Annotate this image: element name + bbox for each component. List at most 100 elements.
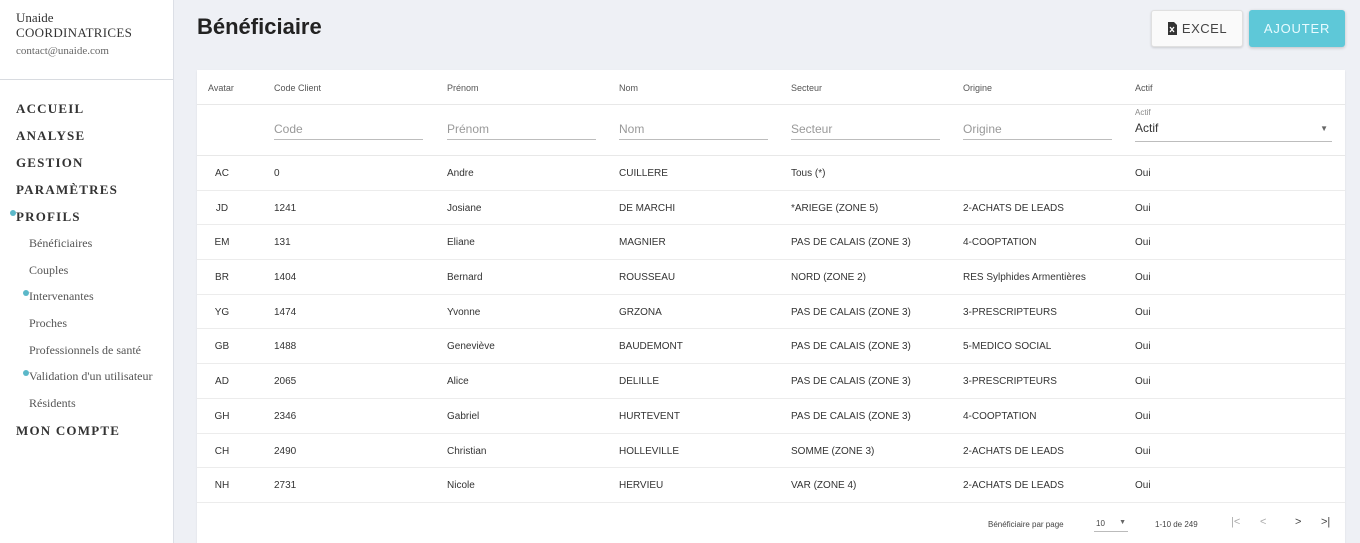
cell-secteur: PAS DE CALAIS (ZONE 3)	[791, 410, 911, 422]
chevron-down-icon: ▼	[1320, 124, 1328, 133]
filter-actif-value: Actif	[1135, 121, 1159, 135]
filter-nom-input[interactable]	[619, 118, 768, 140]
avatar-initials: YG	[214, 306, 230, 318]
table-row[interactable]: NH 2731 Nicole HERVIEU VAR (ZONE 4) 2-ACHATS …	[197, 468, 1345, 503]
sidebar-item-label: Professionnels de santé	[29, 342, 141, 357]
sidebar-item-label: Couples	[29, 262, 69, 277]
cell-nom: BAUDEMONT	[619, 341, 683, 353]
add-beneficiary-button[interactable]: AJOUTER	[1249, 10, 1345, 47]
filter-actif-label: Actif	[1135, 108, 1151, 117]
cell-actif: Oui	[1135, 237, 1151, 249]
page-title: Bénéficiaire	[197, 14, 322, 39]
avatar-initials: AC	[215, 168, 229, 179]
sidebar-item-analyse[interactable]: ANALYSE	[0, 122, 173, 149]
cell-actif: Oui	[1135, 341, 1151, 353]
table-row[interactable]: AC 0 Andre CUILLERE Tous (*) Oui	[197, 156, 1345, 191]
prev-page-icon[interactable]: <	[1260, 516, 1266, 528]
cell-nom: DE MARCHI	[619, 202, 676, 214]
sidebar-item-gestion[interactable]: GESTION	[0, 149, 173, 176]
cell-prenom: Geneviève	[447, 341, 495, 353]
cell-actif: Oui	[1135, 306, 1151, 318]
cell-actif: Oui	[1135, 445, 1151, 457]
sidebar-item-accueil[interactable]: ACCUEIL	[0, 95, 173, 122]
beneficiary-table: Avatar Code Client Prénom Nom Secteur Or…	[197, 70, 1345, 543]
avatar-initials: BR	[215, 272, 229, 284]
column-header-code[interactable]: Code Client	[274, 83, 321, 93]
cell-prenom: Gabriel	[447, 410, 480, 422]
table-row[interactable]: CH 2490 Christian HOLLEVILLE SOMME (ZONE 3) 2…	[197, 434, 1345, 469]
user-role: COORDINATRICES	[16, 25, 133, 40]
org-name: Unaide	[16, 10, 54, 25]
sidebar-item-label: PROFILS	[16, 209, 81, 224]
cell-secteur: PAS DE CALAIS (ZONE 3)	[791, 237, 911, 249]
table-header: Avatar Code Client Prénom Nom Secteur Or…	[197, 70, 1345, 105]
filter-actif-select[interactable]: Actif Actif ▼	[1135, 108, 1332, 142]
cell-nom: CUILLERE	[619, 168, 668, 179]
avatar-initials: GB	[214, 341, 230, 353]
table-row[interactable]: EM 131 Eliane MAGNIER PAS DE CALAIS (ZONE 3)…	[197, 225, 1345, 261]
filter-prenom-input[interactable]	[447, 118, 596, 140]
cell-actif: Oui	[1135, 272, 1151, 284]
sidebar-item-professionnels-de-sante[interactable]: Professionnels de santé	[0, 337, 173, 364]
cell-prenom: Bernard	[447, 272, 483, 284]
table-body: AC 0 Andre CUILLERE Tous (*) Oui JD 1241 Josiane…	[197, 156, 1345, 503]
column-header-nom[interactable]: Nom	[619, 83, 638, 93]
filter-origine-input[interactable]	[963, 118, 1112, 140]
excel-export-button[interactable]: EXCEL	[1151, 10, 1243, 47]
cell-actif: Oui	[1135, 202, 1151, 214]
sidebar-item-parametres[interactable]: PARAMÈTRES	[0, 176, 173, 203]
cell-prenom: Yvonne	[447, 306, 481, 318]
cell-secteur: PAS DE CALAIS (ZONE 3)	[791, 376, 911, 388]
cell-secteur: VAR (ZONE 4)	[791, 480, 857, 492]
rows-per-page-select[interactable]: 10 ▼	[1094, 516, 1128, 532]
avatar-initials: EM	[214, 237, 230, 249]
avatar-initials: JD	[215, 202, 229, 214]
sidebar-item-label: Intervenantes	[29, 289, 94, 304]
cell-origine: RES Sylphides Armentières	[963, 272, 1086, 284]
sidebar-item-mon-compte[interactable]: MON COMPTE	[0, 417, 173, 444]
cell-code: 1241	[274, 202, 297, 214]
last-page-icon[interactable]: >|	[1321, 516, 1330, 528]
sidebar-item-label: ANALYSE	[16, 128, 86, 143]
cell-code: 1474	[274, 306, 297, 318]
cell-prenom: Nicole	[447, 480, 475, 492]
filter-row: Actif Actif ▼	[197, 105, 1345, 156]
table-row[interactable]: JD 1241 Josiane DE MARCHI *ARIEGE (ZONE 5) 2-…	[197, 191, 1345, 226]
column-header-prenom[interactable]: Prénom	[447, 83, 479, 93]
sidebar-item-label: MON COMPTE	[16, 422, 121, 438]
sidebar-item-intervenantes[interactable]: Intervenantes	[0, 283, 173, 310]
table-row[interactable]: GH 2346 Gabriel HURTEVENT PAS DE CALAIS (ZON…	[197, 399, 1345, 434]
column-header-secteur[interactable]: Secteur	[791, 83, 822, 93]
sidebar-item-validation-d-un-utilisateur[interactable]: Validation d'un utilisateur	[0, 363, 173, 390]
sidebar-item-residents[interactable]: Résidents	[0, 390, 173, 417]
sidebar-item-label: Bénéficiaires	[29, 236, 93, 250]
sidebar-item-couples[interactable]: Couples	[0, 257, 173, 284]
avatar-initials: GH	[214, 410, 230, 422]
sidebar-item-beneficiaires[interactable]: Bénéficiaires	[0, 230, 173, 257]
cell-origine: 4-COOPTATION	[963, 237, 1037, 249]
sidebar-item-label: GESTION	[16, 155, 84, 170]
cell-origine: 5-MEDICO SOCIAL	[963, 341, 1052, 353]
cell-origine: 3-PRESCRIPTEURS	[963, 376, 1057, 388]
sidebar-item-profils[interactable]: PROFILS	[0, 203, 173, 230]
table-row[interactable]: AD 2065 Alice DELILLE PAS DE CALAIS (ZONE 3)…	[197, 364, 1345, 399]
pagination: Bénéficiaire par page 10 ▼ 1-10 de 249 |…	[197, 510, 1345, 543]
column-header-origine[interactable]: Origine	[963, 83, 992, 93]
sidebar-item-proches[interactable]: Proches	[0, 310, 173, 337]
first-page-icon[interactable]: |<	[1231, 516, 1240, 528]
table-row[interactable]: YG 1474 Yvonne GRZONA PAS DE CALAIS (ZONE 3)…	[197, 295, 1345, 330]
column-header-actif[interactable]: Actif	[1135, 83, 1153, 93]
table-row[interactable]: BR 1404 Bernard ROUSSEAU NORD (ZONE 2) RES Sy…	[197, 260, 1345, 295]
cell-origine: 2-ACHATS DE LEADS	[963, 445, 1064, 457]
filter-code-input[interactable]	[274, 118, 423, 140]
cell-secteur: SOMME (ZONE 3)	[791, 445, 875, 457]
chevron-down-icon: ▼	[1119, 519, 1126, 526]
column-header-avatar[interactable]: Avatar	[208, 83, 234, 93]
brand-block: Unaide COORDINATRICES contact@unaide.com	[0, 0, 173, 80]
cell-code: 1404	[274, 272, 297, 284]
next-page-icon[interactable]: >	[1295, 516, 1301, 528]
cell-nom: HURTEVENT	[619, 410, 680, 422]
table-row[interactable]: GB 1488 Geneviève BAUDEMONT PAS DE CALAIS (Z…	[197, 329, 1345, 365]
cell-nom: DELILLE	[619, 376, 660, 388]
filter-secteur-input[interactable]	[791, 118, 940, 140]
